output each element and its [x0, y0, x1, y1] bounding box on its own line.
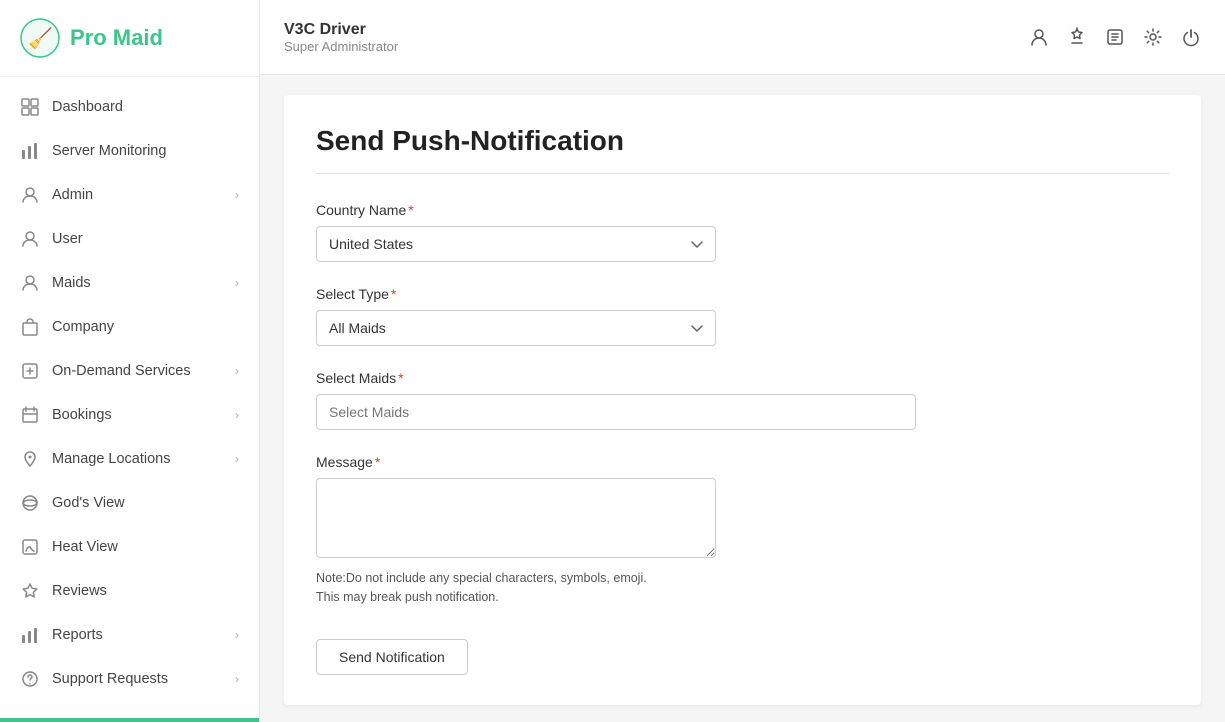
country-required-star: * [408, 202, 413, 218]
location-icon [20, 449, 40, 469]
sidebar-item-company-label: Company [52, 319, 239, 335]
sidebar-nav: Dashboard Server Monitoring Admin › User [0, 77, 259, 718]
sidebar-logo: 🧹 Pro Maid [0, 0, 259, 77]
maids-required-star: * [398, 370, 403, 386]
maids-label-text: Select Maids [316, 370, 396, 386]
reports-icon [20, 625, 40, 645]
type-form-group: Select Type* All Maids Specific Maids [316, 286, 1169, 346]
sidebar-item-company[interactable]: Company [0, 305, 259, 349]
sidebar-item-manage-locations[interactable]: Manage Locations › [0, 437, 259, 481]
type-label-text: Select Type [316, 286, 389, 302]
power-header-icon[interactable] [1181, 27, 1201, 47]
type-label: Select Type* [316, 286, 1169, 302]
sidebar-item-dashboard-label: Dashboard [52, 99, 239, 115]
logo-text: Pro Maid [70, 25, 163, 51]
sidebar-item-heat-view[interactable]: Heat View [0, 525, 259, 569]
sidebar-item-maids[interactable]: Maids › [0, 261, 259, 305]
maids-input[interactable] [316, 394, 916, 430]
logo-normal: Pro [70, 25, 113, 50]
message-note-line1: Note:Do not include any special characte… [316, 571, 647, 585]
services-icon [20, 361, 40, 381]
country-label: Country Name* [316, 202, 1169, 218]
type-select[interactable]: All Maids Specific Maids [316, 310, 716, 346]
message-form-group: Message* Note:Do not include any special… [316, 454, 1169, 607]
sidebar-item-user[interactable]: User [0, 217, 259, 261]
send-notification-button[interactable]: Send Notification [316, 639, 468, 675]
message-note-line2: This may break push notification. [316, 590, 499, 604]
chevron-down-icon: › [235, 452, 239, 466]
sidebar-item-heat-view-label: Heat View [52, 539, 239, 555]
maids-icon [20, 273, 40, 293]
sidebar-item-on-demand-services-label: On-Demand Services [52, 363, 223, 379]
sidebar-item-reports[interactable]: Reports › [0, 613, 259, 657]
message-note: Note:Do not include any special characte… [316, 569, 1169, 607]
page-title: Send Push-Notification [316, 125, 1169, 174]
main-area: V3C Driver Super Administrator Send Push… [260, 0, 1225, 722]
header: V3C Driver Super Administrator [260, 0, 1225, 75]
reviews-icon [20, 581, 40, 601]
chevron-down-icon: › [235, 276, 239, 290]
sidebar-item-bookings-label: Bookings [52, 407, 223, 423]
message-required-star: * [375, 454, 380, 470]
sidebar-item-dashboard[interactable]: Dashboard [0, 85, 259, 129]
maids-label: Select Maids* [316, 370, 1169, 386]
page-card: Send Push-Notification Country Name* Uni… [284, 95, 1201, 705]
chevron-down-icon: › [235, 188, 239, 202]
sidebar-item-maids-label: Maids [52, 275, 223, 291]
message-label-text: Message [316, 454, 373, 470]
edit-header-icon[interactable] [1105, 27, 1125, 47]
header-user: V3C Driver Super Administrator [284, 21, 398, 54]
sidebar-item-gods-view[interactable]: God's View [0, 481, 259, 525]
sidebar-item-gods-view-label: God's View [52, 495, 239, 511]
support-icon [20, 669, 40, 689]
header-user-role: Super Administrator [284, 39, 398, 54]
godsview-icon [20, 493, 40, 513]
header-user-name: V3C Driver [284, 21, 398, 39]
chevron-down-icon: › [235, 408, 239, 422]
sidebar-item-on-demand-services[interactable]: On-Demand Services › [0, 349, 259, 393]
logo-icon: 🧹 [20, 18, 60, 58]
svg-text:🧹: 🧹 [28, 26, 53, 50]
chevron-down-icon: › [235, 672, 239, 686]
sidebar-item-manage-locations-label: Manage Locations [52, 451, 223, 467]
message-label: Message* [316, 454, 1169, 470]
sidebar-item-admin[interactable]: Admin › [0, 173, 259, 217]
company-icon [20, 317, 40, 337]
admin-icon [20, 185, 40, 205]
sidebar-item-server-monitoring[interactable]: Server Monitoring [0, 129, 259, 173]
country-label-text: Country Name [316, 202, 406, 218]
sidebar-item-reviews[interactable]: Reviews [0, 569, 259, 613]
sidebar-item-reviews-label: Reviews [52, 583, 239, 599]
sidebar-item-support-requests[interactable]: Support Requests › [0, 657, 259, 701]
sidebar: 🧹 Pro Maid Dashboard Server Monitoring A… [0, 0, 260, 722]
sidebar-item-server-monitoring-label: Server Monitoring [52, 143, 239, 159]
sidebar-item-support-requests-label: Support Requests [52, 671, 223, 687]
message-textarea[interactable] [316, 478, 716, 558]
gear-header-icon[interactable] [1143, 27, 1163, 47]
chevron-down-icon: › [235, 364, 239, 378]
dashboard-icon [20, 97, 40, 117]
sidebar-bottom-bar [0, 718, 259, 722]
alert-header-icon[interactable] [1067, 27, 1087, 47]
sidebar-item-admin-label: Admin [52, 187, 223, 203]
heatview-icon [20, 537, 40, 557]
bookings-icon [20, 405, 40, 425]
logo-accent: Maid [113, 25, 163, 50]
chart-icon [20, 141, 40, 161]
sidebar-item-bookings[interactable]: Bookings › [0, 393, 259, 437]
page-content: Send Push-Notification Country Name* Uni… [260, 75, 1225, 722]
country-select[interactable]: United States Canada United Kingdom Aust… [316, 226, 716, 262]
sidebar-item-user-label: User [52, 231, 239, 247]
country-form-group: Country Name* United States Canada Unite… [316, 202, 1169, 262]
user-header-icon[interactable] [1029, 27, 1049, 47]
user-icon [20, 229, 40, 249]
chevron-down-icon: › [235, 628, 239, 642]
maids-form-group: Select Maids* [316, 370, 1169, 430]
header-icons [1029, 27, 1201, 47]
sidebar-item-reports-label: Reports [52, 627, 223, 643]
type-required-star: * [391, 286, 396, 302]
